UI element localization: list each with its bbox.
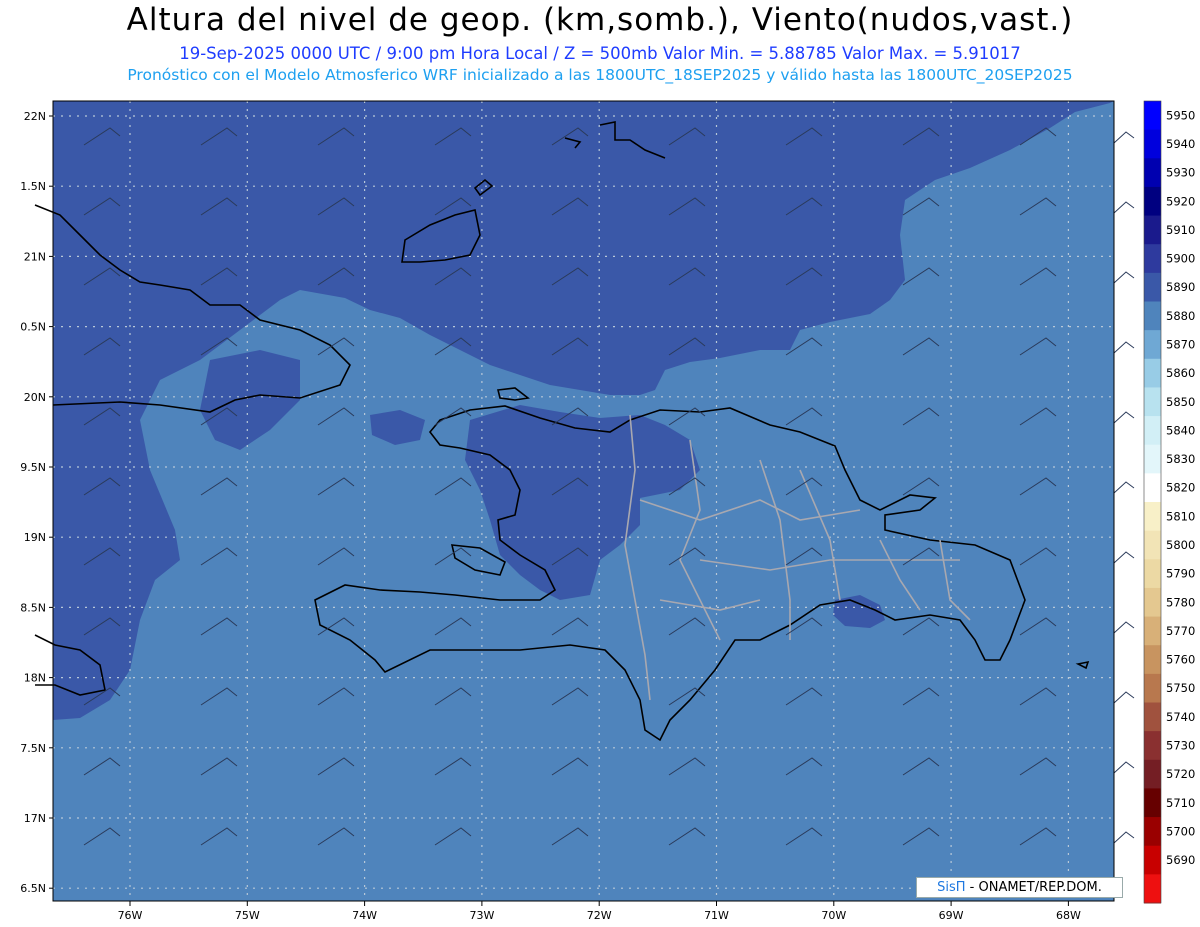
colorbar-swatch bbox=[1144, 444, 1161, 474]
colorbar-label: 5870 bbox=[1166, 337, 1195, 351]
lat-label: 19N bbox=[24, 531, 46, 544]
colorbar-swatch bbox=[1144, 616, 1161, 646]
colorbar-label: 5750 bbox=[1166, 681, 1195, 695]
lat-label: 7.5N bbox=[20, 742, 46, 755]
colorbar-label: 5800 bbox=[1166, 538, 1195, 552]
colorbar-swatch bbox=[1144, 473, 1161, 503]
colorbar-label: 5760 bbox=[1166, 653, 1195, 667]
lat-label: 0.5N bbox=[20, 321, 46, 334]
colorbar-label: 5840 bbox=[1166, 423, 1195, 437]
wind-barb bbox=[1113, 481, 1135, 494]
wind-barb bbox=[1113, 131, 1135, 144]
colorbar-label: 5830 bbox=[1166, 452, 1195, 466]
colorbar-label: 5770 bbox=[1166, 624, 1195, 638]
colorbar-swatch bbox=[1144, 645, 1161, 675]
longitude-labels: 76W 75W 74W 73W 72W 71W 70W 69W 68W bbox=[118, 901, 1081, 922]
colorbar-swatch bbox=[1144, 330, 1161, 360]
lat-label: 21N bbox=[24, 250, 46, 263]
colorbar-label: 5780 bbox=[1166, 595, 1195, 609]
lon-label: 75W bbox=[235, 909, 260, 922]
lon-label: 73W bbox=[469, 909, 494, 922]
colorbar-label: 5810 bbox=[1166, 509, 1195, 523]
colorbar-label: 5910 bbox=[1166, 223, 1195, 237]
lon-label: 68W bbox=[1056, 909, 1081, 922]
colorbar-swatch bbox=[1144, 244, 1161, 274]
wind-barb bbox=[1113, 271, 1135, 284]
lat-label: 9.5N bbox=[20, 461, 46, 474]
lon-label: 70W bbox=[821, 909, 846, 922]
colorbar: 5950 5940 5930 5920 5910 5900 5890 5880 5870 5860… bbox=[1143, 100, 1195, 904]
wind-barb bbox=[1113, 201, 1135, 214]
colorbar-swatch bbox=[1144, 272, 1161, 302]
colorbar-swatch bbox=[1144, 129, 1161, 159]
colorbar-swatch bbox=[1144, 358, 1161, 388]
credit-box: SisΠ - ONAMET/REP.DOM. bbox=[916, 877, 1123, 898]
credit-brand: SisΠ bbox=[937, 880, 966, 895]
colorbar-label: 5890 bbox=[1166, 280, 1195, 294]
colorbar-swatch bbox=[1144, 387, 1161, 417]
colorbar-swatch bbox=[1144, 673, 1161, 703]
lat-label: 8.5N bbox=[20, 601, 46, 614]
lat-label: 6.5N bbox=[20, 882, 46, 895]
colorbar-swatch bbox=[1144, 502, 1161, 532]
colorbar-swatch bbox=[1144, 301, 1161, 331]
colorbar-label: 5740 bbox=[1166, 710, 1195, 724]
lat-label: 22N bbox=[24, 110, 46, 123]
lon-label: 74W bbox=[352, 909, 377, 922]
lon-label: 76W bbox=[118, 909, 143, 922]
colorbar-label: 5950 bbox=[1166, 108, 1195, 122]
colorbar-label: 5710 bbox=[1166, 796, 1195, 810]
lon-label: 71W bbox=[704, 909, 729, 922]
weather-map: 22N 1.5N 21N 0.5N 20N 9.5N 19N 8.5N 18N 7.5N 17N 6.… bbox=[20, 100, 1195, 922]
colorbar-label: 5700 bbox=[1166, 824, 1195, 838]
wind-barb bbox=[1113, 411, 1135, 424]
colorbar-swatch bbox=[1144, 186, 1161, 217]
colorbar-label: 5900 bbox=[1166, 252, 1195, 266]
wind-barb bbox=[1113, 831, 1135, 844]
wind-barb bbox=[1113, 621, 1135, 634]
lon-label: 72W bbox=[587, 909, 612, 922]
wind-barb bbox=[1113, 691, 1135, 704]
colorbar-label: 5850 bbox=[1166, 395, 1195, 409]
colorbar-swatch bbox=[1144, 759, 1161, 789]
lat-label: 18N bbox=[24, 672, 46, 685]
wind-barb bbox=[1113, 761, 1135, 774]
colorbar-swatch bbox=[1144, 788, 1161, 818]
colorbar-swatch bbox=[1144, 530, 1161, 560]
latitude-labels: 22N 1.5N 21N 0.5N 20N 9.5N 19N 8.5N 18N 7.5N 17N 6.… bbox=[20, 110, 53, 895]
wind-barb bbox=[1113, 551, 1135, 564]
colorbar-label: 5720 bbox=[1166, 767, 1195, 781]
lon-label: 69W bbox=[939, 909, 964, 922]
colorbar-swatch bbox=[1144, 416, 1161, 446]
colorbar-label: 5790 bbox=[1166, 567, 1195, 581]
colorbar-swatch bbox=[1144, 874, 1161, 904]
colorbar-swatch bbox=[1144, 587, 1161, 618]
colorbar-label: 5880 bbox=[1166, 309, 1195, 323]
colorbar-label: 5820 bbox=[1166, 481, 1195, 495]
colorbar-swatch bbox=[1144, 845, 1161, 875]
colorbar-label: 5690 bbox=[1166, 853, 1195, 867]
wind-barb bbox=[1113, 341, 1135, 354]
colorbar-label: 5730 bbox=[1166, 738, 1195, 752]
colorbar-label: 5860 bbox=[1166, 366, 1195, 380]
colorbar-swatch bbox=[1144, 215, 1161, 245]
colorbar-label: 5930 bbox=[1166, 166, 1195, 180]
lat-label: 1.5N bbox=[20, 180, 46, 193]
colorbar-label: 5920 bbox=[1166, 194, 1195, 208]
colorbar-label: 5940 bbox=[1166, 137, 1195, 151]
lat-label: 17N bbox=[24, 812, 46, 825]
colorbar-swatch bbox=[1144, 559, 1161, 589]
colorbar-swatch bbox=[1144, 101, 1161, 131]
colorbar-swatch bbox=[1144, 731, 1161, 761]
colorbar-swatch bbox=[1144, 817, 1161, 847]
colorbar-swatch bbox=[1144, 158, 1161, 188]
colorbar-swatch bbox=[1144, 702, 1161, 732]
lat-label: 20N bbox=[24, 391, 46, 404]
credit-org: - ONAMET/REP.DOM. bbox=[969, 880, 1102, 895]
